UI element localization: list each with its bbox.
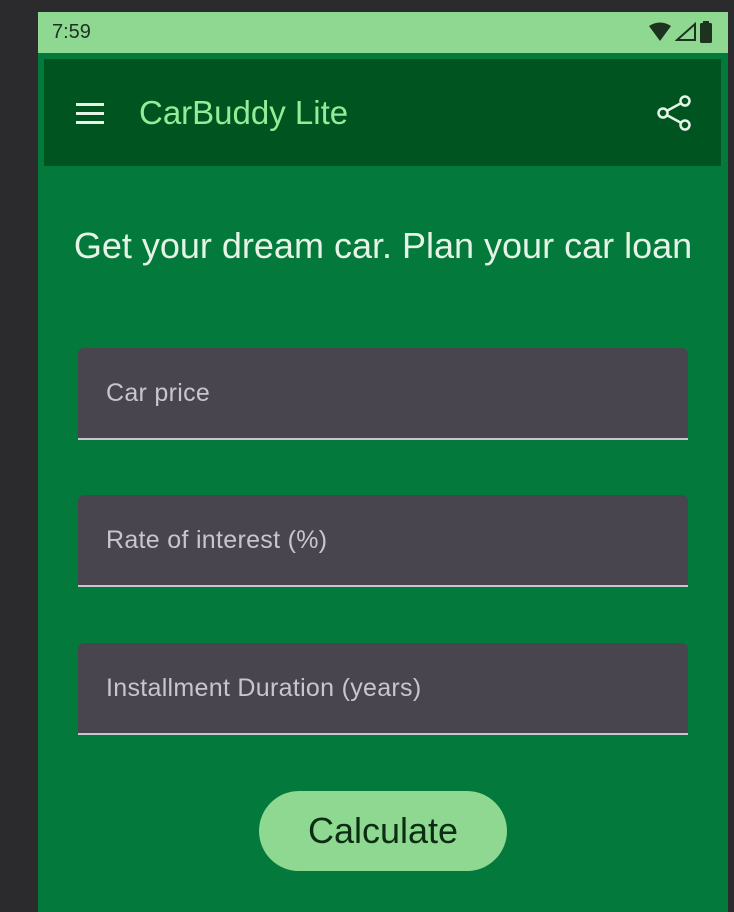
status-bar: 7:59 [38,12,728,53]
signal-icon [675,22,697,42]
status-icons [648,20,712,44]
interest-rate-input[interactable] [78,495,688,585]
app-title: CarBuddy Lite [139,94,349,131]
calculate-button[interactable]: Calculate [259,791,507,871]
duration-field[interactable] [78,643,688,735]
share-button[interactable] [655,93,695,133]
battery-icon [700,21,712,43]
wifi-icon [648,22,672,42]
menu-icon [76,103,104,124]
app-bar: CarBuddy Lite [44,59,721,166]
share-icon [657,95,691,131]
status-time: 7:59 [52,21,91,43]
car-price-input[interactable] [78,348,688,438]
app-screen: 7:59 CarBuddy Lite Get your dream car. P… [38,12,728,912]
interest-rate-field[interactable] [78,495,688,587]
page-headline: Get your dream car. Plan your car loan [73,225,693,266]
menu-button[interactable] [68,95,108,131]
duration-input[interactable] [78,643,688,733]
car-price-field[interactable] [78,348,688,440]
